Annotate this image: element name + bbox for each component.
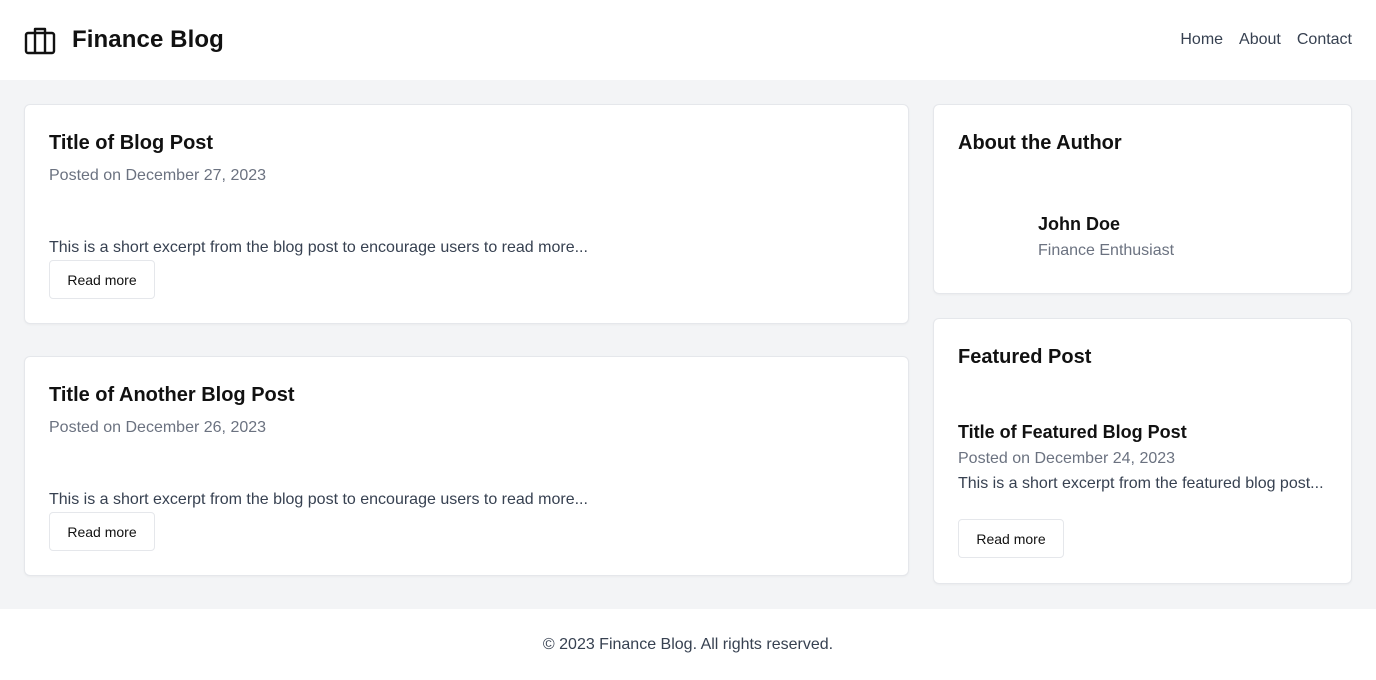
featured-post-excerpt: This is a short excerpt from the feature… bbox=[958, 475, 1324, 492]
author-card: About the Author John Doe Finance Enthus… bbox=[933, 104, 1352, 294]
post-title[interactable]: Title of Blog Post bbox=[49, 132, 213, 155]
briefcase-icon bbox=[24, 24, 56, 56]
featured-card-heading: Featured Post bbox=[958, 346, 1092, 368]
author-role: Finance Enthusiast bbox=[1038, 242, 1175, 259]
nav-link-home[interactable]: Home bbox=[1180, 31, 1223, 49]
featured-card: Featured Post Title of Featured Blog Pos… bbox=[933, 318, 1352, 584]
main-nav: Home About Contact bbox=[1180, 31, 1352, 49]
site-footer: © 2023 Finance Blog. All rights reserved… bbox=[0, 609, 1376, 680]
featured-post-date: Posted on December 24, 2023 bbox=[958, 450, 1176, 467]
read-more-button[interactable]: Read more bbox=[958, 519, 1064, 558]
copyright-text: © 2023 Finance Blog. All rights reserved… bbox=[542, 635, 834, 653]
post-excerpt: This is a short excerpt from the blog po… bbox=[49, 491, 588, 508]
author-card-heading: About the Author bbox=[958, 132, 1122, 154]
site-header: Finance Blog Home About Contact bbox=[0, 0, 1376, 80]
site-title[interactable]: Finance Blog bbox=[72, 26, 224, 54]
brand: Finance Blog bbox=[24, 24, 224, 56]
read-more-button[interactable]: Read more bbox=[49, 512, 155, 551]
featured-post-title[interactable]: Title of Featured Blog Post bbox=[958, 422, 1187, 443]
read-more-button[interactable]: Read more bbox=[49, 260, 155, 299]
nav-link-contact[interactable]: Contact bbox=[1297, 31, 1352, 49]
post-card: Title of Blog Post Posted on December 27… bbox=[24, 104, 909, 324]
post-date: Posted on December 27, 2023 bbox=[49, 167, 267, 184]
post-date: Posted on December 26, 2023 bbox=[49, 419, 267, 436]
nav-link-about[interactable]: About bbox=[1239, 31, 1281, 49]
post-title[interactable]: Title of Another Blog Post bbox=[49, 384, 295, 407]
post-excerpt: This is a short excerpt from the blog po… bbox=[49, 239, 588, 256]
author-name: John Doe bbox=[1038, 214, 1121, 234]
post-card: Title of Another Blog Post Posted on Dec… bbox=[24, 356, 909, 576]
